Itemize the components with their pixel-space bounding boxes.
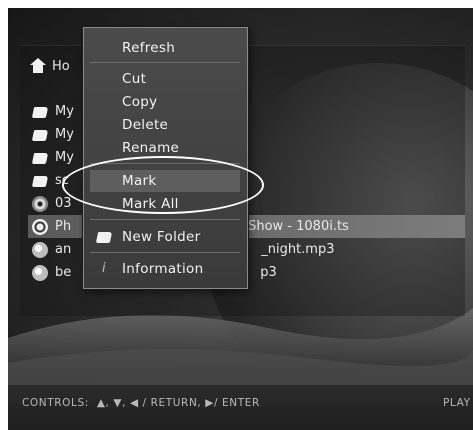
menu-item-mark[interactable]: Mark xyxy=(90,170,240,192)
context-menu: Refresh Cut Copy Delete Rename Mark Mark… xyxy=(83,27,248,289)
disc-icon xyxy=(32,195,48,212)
folder-icon xyxy=(32,104,48,120)
controls-keys: ▲, ▼, ◀ / RETURN, ▶/ ENTER xyxy=(96,397,260,409)
folder-icon xyxy=(32,150,48,166)
menu-item-rename[interactable]: Rename xyxy=(90,137,240,159)
file-name: My xyxy=(55,150,74,165)
file-name: My xyxy=(55,127,74,142)
controls-label: CONTROLS: xyxy=(22,397,89,409)
folder-icon xyxy=(32,127,48,143)
menu-separator xyxy=(90,62,240,63)
file-name: sc xyxy=(55,173,69,188)
file-name: 03 xyxy=(55,196,72,211)
file-name-suffix: _night.mp3 xyxy=(261,242,335,257)
folder-icon xyxy=(96,229,112,245)
menu-item-label: Mark xyxy=(122,173,157,189)
menu-item-label: Rename xyxy=(122,140,180,156)
menu-separator xyxy=(90,219,240,220)
file-name: My xyxy=(55,104,74,119)
menu-item-label: Information xyxy=(122,261,204,277)
file-name-suffix: Show - 1080i.ts xyxy=(248,219,349,234)
menu-item-new-folder[interactable]: New Folder xyxy=(90,226,240,248)
home-label: Ho xyxy=(52,58,70,74)
menu-item-refresh[interactable]: Refresh xyxy=(90,37,240,59)
info-icon: i xyxy=(102,261,106,276)
menu-item-label: New Folder xyxy=(122,229,201,245)
menu-item-label: Delete xyxy=(122,117,169,133)
folder-icon xyxy=(32,173,48,189)
menu-item-label: Refresh xyxy=(122,40,176,56)
menu-item-label: Copy xyxy=(122,94,158,110)
file-name: Ph xyxy=(55,219,72,234)
music-icon xyxy=(32,241,48,258)
menu-item-information[interactable]: i Information xyxy=(90,258,240,280)
home-icon xyxy=(30,58,46,74)
music-icon xyxy=(32,264,48,281)
menu-separator xyxy=(90,252,240,253)
menu-item-delete[interactable]: Delete xyxy=(90,114,240,136)
menu-item-label: Cut xyxy=(122,71,147,87)
menu-item-cut[interactable]: Cut xyxy=(90,68,240,90)
home-breadcrumb[interactable]: Ho xyxy=(30,56,70,76)
file-name: an xyxy=(55,242,72,257)
menu-separator xyxy=(90,163,240,164)
file-name-suffix: p3 xyxy=(260,265,277,280)
controls-hint: CONTROLS: ▲, ▼, ◀ / RETURN, ▶/ ENTER xyxy=(22,397,264,409)
menu-item-label: Mark All xyxy=(122,196,179,212)
play-label: PLAY xyxy=(443,397,471,409)
menu-item-copy[interactable]: Copy xyxy=(90,91,240,113)
file-name: be xyxy=(55,265,72,280)
menu-item-mark-all[interactable]: Mark All xyxy=(90,193,240,215)
film-reel-icon xyxy=(32,218,48,235)
